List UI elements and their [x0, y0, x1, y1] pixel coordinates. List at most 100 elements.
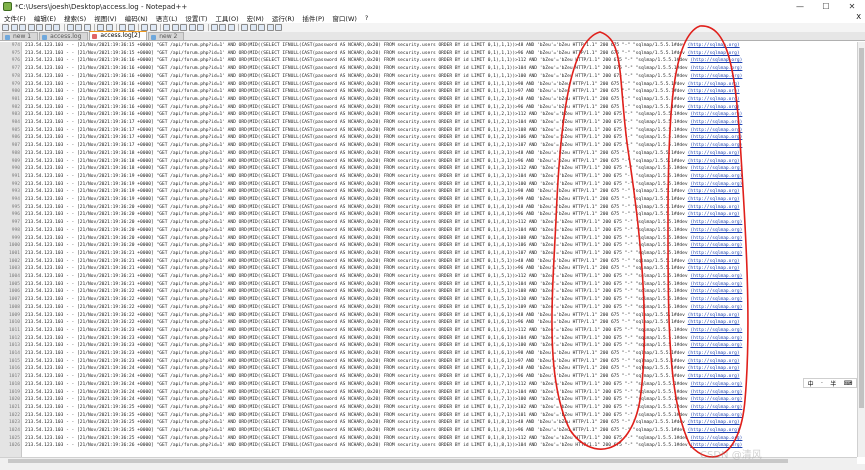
print-icon[interactable]: [53, 24, 60, 31]
sqlmap-url-link[interactable]: (http://sqlmap.org): [688, 82, 740, 87]
function-list-icon[interactable]: [219, 24, 226, 31]
sqlmap-url-link[interactable]: (http://sqlmap.org): [688, 313, 740, 318]
sqlmap-url-link[interactable]: (http://sqlmap.org): [690, 135, 742, 140]
close-document-button[interactable]: X: [856, 13, 861, 21]
sqlmap-url-link[interactable]: (http://sqlmap.org): [688, 428, 740, 433]
sqlmap-url-link[interactable]: (http://sqlmap.org): [690, 336, 742, 341]
stop-macro-icon[interactable]: [249, 24, 257, 31]
sqlmap-url-link[interactable]: (http://sqlmap.org): [688, 351, 740, 356]
save-macro-icon[interactable]: [275, 24, 282, 31]
sqlmap-url-link[interactable]: (http://sqlmap.org): [690, 66, 742, 71]
sqlmap-url-link[interactable]: (http://sqlmap.org): [690, 74, 742, 79]
sqlmap-url-link[interactable]: (http://sqlmap.org): [690, 405, 742, 410]
ime-half-width-button[interactable]: 半: [830, 379, 836, 388]
menu-file[interactable]: 文件(F): [0, 13, 30, 23]
close-button[interactable]: ✕: [839, 0, 865, 13]
close-all-icon[interactable]: [44, 24, 52, 31]
sqlmap-url-link[interactable]: (http://sqlmap.org): [688, 359, 740, 364]
sqlmap-url-link[interactable]: (http://sqlmap.org): [690, 112, 742, 117]
tab-new-2[interactable]: new 2: [148, 32, 185, 40]
menu-search[interactable]: 搜索(S): [60, 13, 90, 23]
menu-view[interactable]: 视图(V): [90, 13, 121, 23]
sqlmap-url-link[interactable]: (http://sqlmap.org): [690, 143, 742, 148]
document-map-icon[interactable]: [210, 24, 218, 31]
find-icon[interactable]: [119, 24, 126, 31]
sqlmap-url-link[interactable]: (http://sqlmap.org): [688, 420, 740, 425]
sqlmap-url-link[interactable]: (http://sqlmap.org): [688, 259, 740, 264]
menu-encoding[interactable]: 编码(N): [121, 13, 152, 23]
sqlmap-url-link[interactable]: (http://sqlmap.org): [688, 89, 740, 94]
sqlmap-url-link[interactable]: (http://sqlmap.org): [688, 197, 740, 202]
sqlmap-url-link[interactable]: (http://sqlmap.org): [688, 51, 740, 56]
menu-tools[interactable]: 工具(O): [211, 13, 242, 23]
save-icon[interactable]: [19, 24, 26, 31]
sqlmap-url-link[interactable]: (http://sqlmap.org): [690, 243, 742, 248]
sqlmap-url-link[interactable]: (http://sqlmap.org): [690, 166, 742, 171]
sqlmap-url-link[interactable]: (http://sqlmap.org): [688, 374, 740, 379]
sqlmap-url-link[interactable]: (http://sqlmap.org): [690, 343, 742, 348]
redo-icon[interactable]: [105, 24, 113, 31]
ime-keyboard-icon[interactable]: ⌨: [844, 380, 853, 387]
show-all-chars-icon[interactable]: [188, 24, 196, 31]
sqlmap-url-link[interactable]: (http://sqlmap.org): [690, 289, 742, 294]
sqlmap-url-link[interactable]: (http://sqlmap.org): [688, 212, 740, 217]
zoom-out-icon[interactable]: [149, 24, 157, 31]
copy-icon[interactable]: [75, 24, 82, 31]
menu-plugins[interactable]: 插件(P): [298, 13, 328, 23]
sqlmap-url-link[interactable]: (http://sqlmap.org): [690, 328, 742, 333]
cut-icon[interactable]: [66, 24, 74, 31]
sqlmap-url-link[interactable]: (http://sqlmap.org): [688, 105, 740, 110]
sqlmap-url-link[interactable]: (http://sqlmap.org): [690, 174, 742, 179]
undo-icon[interactable]: [97, 24, 104, 31]
sqlmap-url-link[interactable]: (http://sqlmap.org): [690, 297, 742, 302]
sqlmap-url-link[interactable]: (http://sqlmap.org): [688, 205, 740, 210]
sqlmap-url-link[interactable]: (http://sqlmap.org): [690, 397, 742, 402]
run-macro-multiple-icon[interactable]: [266, 24, 274, 31]
indent-guide-icon[interactable]: [197, 24, 204, 31]
zoom-in-icon[interactable]: [141, 24, 148, 31]
sqlmap-url-link[interactable]: (http://sqlmap.org): [688, 159, 740, 164]
sqlmap-url-link[interactable]: (http://sqlmap.org): [688, 43, 740, 48]
sqlmap-url-link[interactable]: (http://sqlmap.org): [688, 366, 740, 371]
sqlmap-url-link[interactable]: (http://sqlmap.org): [690, 128, 742, 133]
sqlmap-url-link[interactable]: (http://sqlmap.org): [690, 120, 742, 125]
sqlmap-url-link[interactable]: (http://sqlmap.org): [690, 390, 742, 395]
menu-settings[interactable]: 设置(T): [181, 13, 211, 23]
new-file-icon[interactable]: [2, 24, 9, 31]
folder-workspace-icon[interactable]: [227, 24, 235, 31]
sqlmap-url-link[interactable]: (http://sqlmap.org): [688, 320, 740, 325]
minimize-button[interactable]: —: [787, 0, 813, 13]
menu-window[interactable]: 窗口(W): [328, 13, 361, 23]
menu-help[interactable]: ?: [361, 14, 372, 22]
tab-new-1[interactable]: new 1: [2, 32, 39, 40]
play-macro-icon[interactable]: [258, 24, 265, 31]
sqlmap-url-link[interactable]: (http://sqlmap.org): [690, 220, 742, 225]
close-file-icon[interactable]: [36, 24, 43, 31]
horizontal-scroll-thumb[interactable]: [8, 459, 788, 463]
save-all-icon[interactable]: [27, 24, 35, 31]
vertical-scrollbar[interactable]: [857, 42, 865, 457]
ime-chinese-mode-button[interactable]: 中: [808, 379, 814, 388]
maximize-button[interactable]: ☐: [813, 0, 839, 13]
sqlmap-url-link[interactable]: (http://sqlmap.org): [690, 228, 742, 233]
sync-horizontal-icon[interactable]: [171, 24, 179, 31]
editor-area[interactable]: 974 213.54.123.103 - - [21/Nov/2021:19:36…: [0, 42, 857, 457]
sqlmap-url-link[interactable]: (http://sqlmap.org): [690, 413, 742, 418]
sqlmap-url-link[interactable]: (http://sqlmap.org): [690, 236, 742, 241]
open-file-icon[interactable]: [10, 24, 18, 31]
sqlmap-url-link[interactable]: (http://sqlmap.org): [688, 97, 740, 102]
tab-access-log-2[interactable]: access.log[2]: [89, 31, 148, 40]
sqlmap-url-link[interactable]: (http://sqlmap.org): [688, 266, 740, 271]
menu-edit[interactable]: 编辑(E): [30, 13, 60, 23]
sqlmap-url-link[interactable]: (http://sqlmap.org): [690, 382, 742, 387]
sqlmap-url-link[interactable]: (http://sqlmap.org): [690, 274, 742, 279]
vertical-scroll-thumb[interactable]: [859, 48, 864, 408]
sqlmap-url-link[interactable]: (http://sqlmap.org): [690, 305, 742, 310]
sqlmap-url-link[interactable]: (http://sqlmap.org): [690, 58, 742, 63]
tab-access-log[interactable]: access.log: [39, 32, 89, 40]
sqlmap-url-link[interactable]: (http://sqlmap.org): [688, 151, 740, 156]
record-macro-icon[interactable]: [241, 24, 248, 31]
replace-icon[interactable]: [127, 24, 135, 31]
sync-vertical-icon[interactable]: [163, 24, 170, 31]
sqlmap-url-link[interactable]: (http://sqlmap.org): [690, 251, 742, 256]
